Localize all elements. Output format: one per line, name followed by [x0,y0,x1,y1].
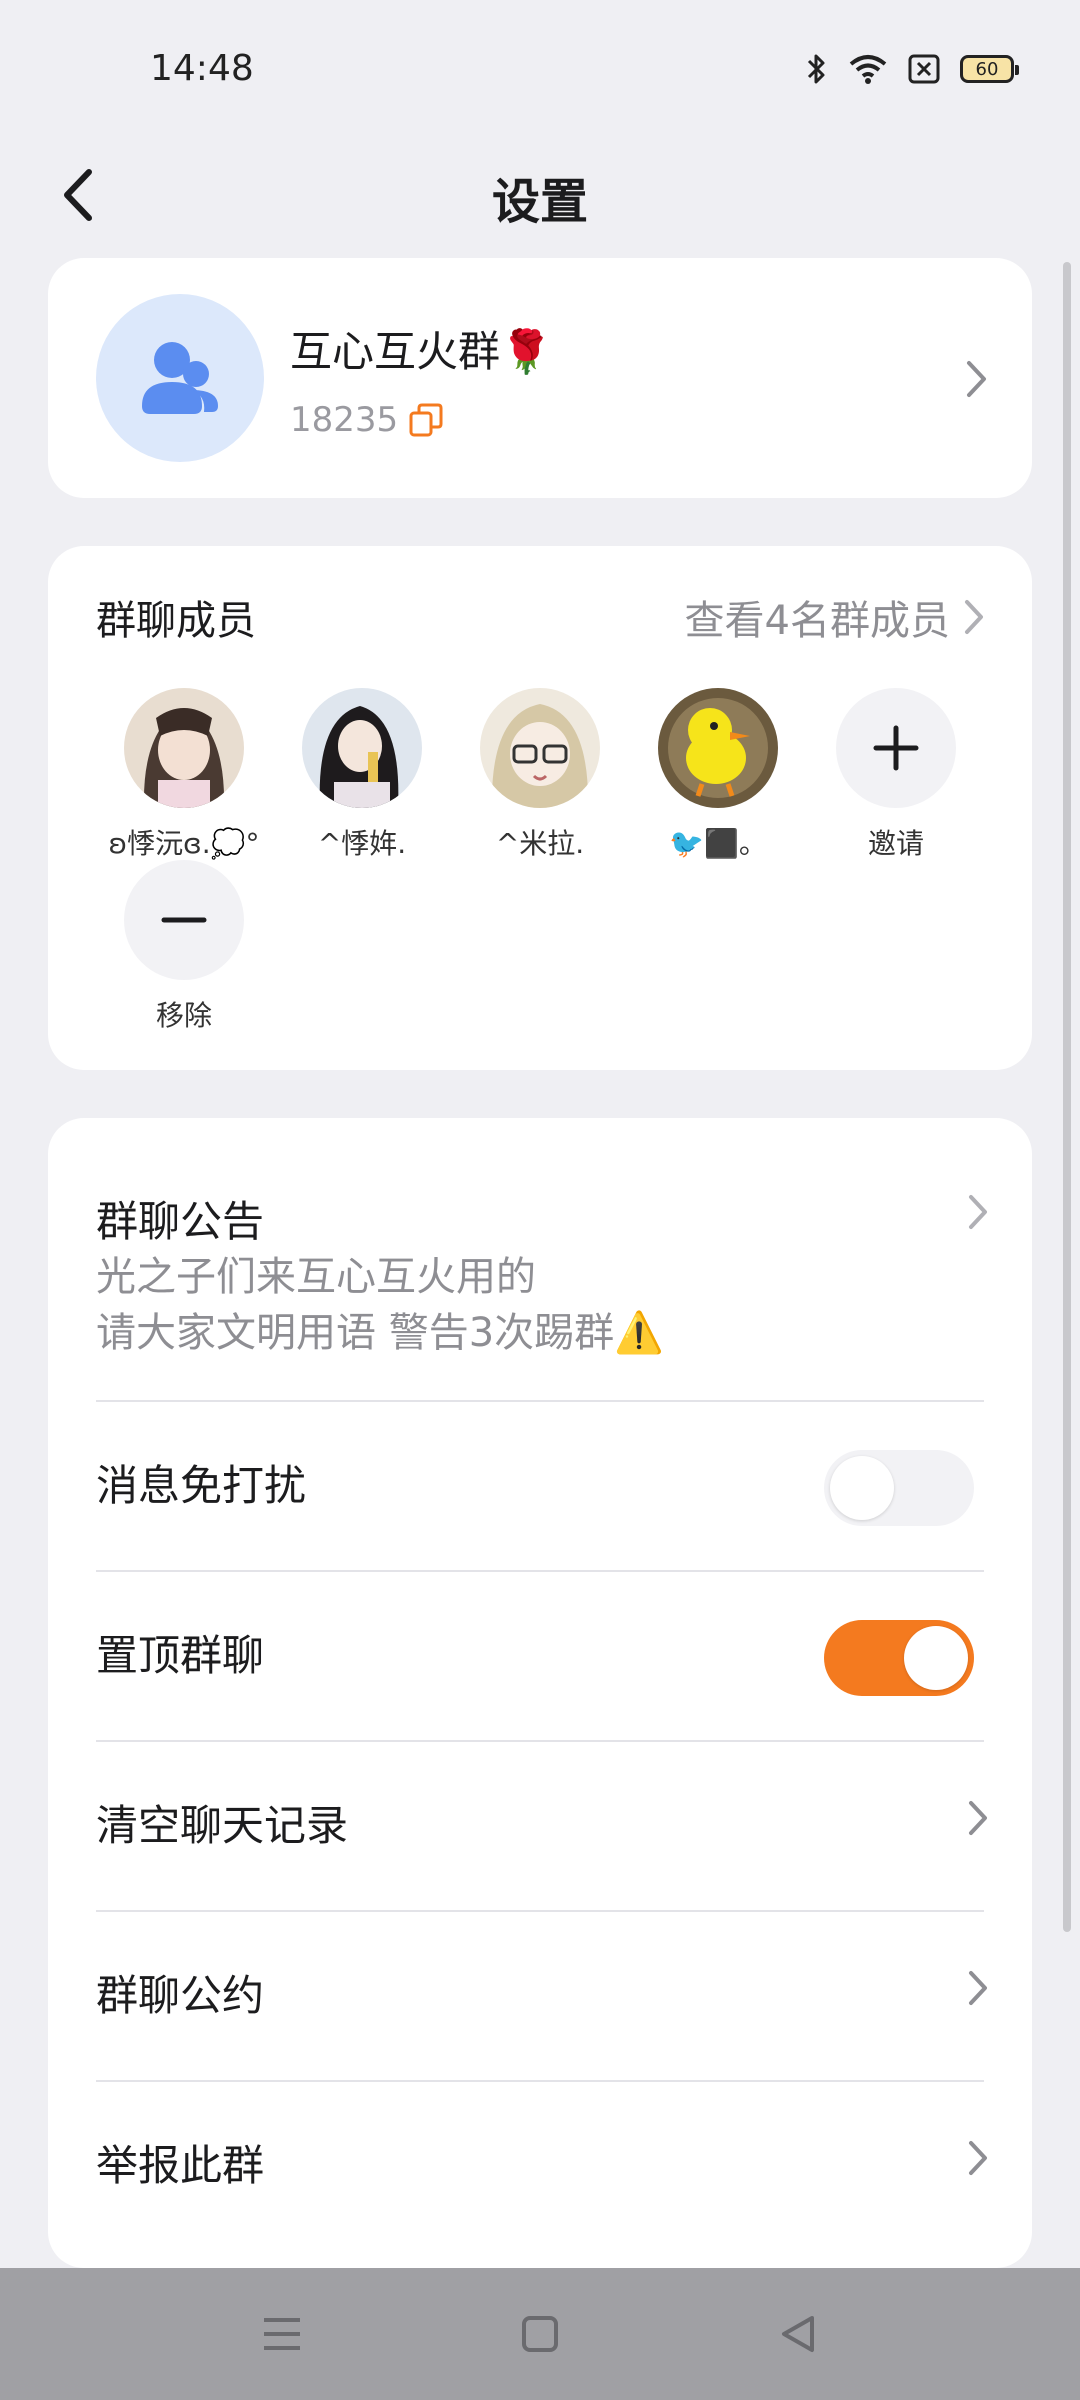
copy-icon[interactable] [408,402,444,442]
remove-circle [124,860,244,980]
chevron-right-icon [968,1194,988,1234]
group-id: 18235 [290,400,399,440]
group-avatar [96,294,264,462]
toggle-knob [904,1626,968,1690]
menu-button[interactable] [252,2304,312,2364]
home-button[interactable] [510,2304,570,2364]
remove-label: 移除 [155,999,212,1032]
member-item[interactable]: ^米拉. [460,688,620,862]
members-title: 群聊成员 [96,598,256,644]
group-people-icon [142,342,218,414]
sim-off-icon [908,54,940,84]
report-label: 举报此群 [96,2141,265,2190]
wifi-icon [848,53,888,85]
chevron-right-icon [968,1800,988,1840]
announcement-label: 群聊公告 [96,1197,265,1246]
chevron-right-icon [966,360,988,402]
announcement-row[interactable]: 群聊公告 光之子们来互心互火用的 请大家文明用语 警告3次踢群⚠️ [96,1188,984,1361]
status-time: 14:48 [150,48,254,89]
bluetooth-icon [806,52,828,86]
clear-history-label: 清空聊天记录 [96,1801,349,1850]
member-name: 🐦⬛。 [669,827,767,860]
remove-button[interactable]: 移除 [104,860,264,1034]
chevron-right-icon [965,600,983,634]
system-nav-bar [0,2268,1080,2400]
invite-button[interactable]: 邀请 [816,688,976,862]
group-name: 互心互火群🌹 [290,327,553,376]
report-row[interactable]: 举报此群 [96,2132,984,2193]
status-icons: 60 [806,52,1019,86]
system-back-button[interactable] [768,2304,828,2364]
member-item[interactable]: ^悸姩. [282,688,442,862]
group-info-card[interactable]: 互心互火群🌹 18235 [48,258,1032,498]
menu-icon [264,2318,300,2350]
member-avatar [302,688,422,808]
invite-circle [836,688,956,808]
member-avatar [658,688,778,808]
minus-icon [161,917,207,923]
toggle-knob [830,1456,894,1520]
group-rules-label: 群聊公约 [96,1971,265,2020]
divider [96,1400,984,1402]
home-square-icon [522,2316,558,2352]
divider [96,2080,984,2082]
view-all-members-label: 查看4名群成员 [684,598,950,644]
page-title: 设置 [491,174,588,230]
clear-history-row[interactable]: 清空聊天记录 [96,1792,984,1853]
member-name: ^悸姩. [317,827,407,860]
settings-card: 群聊公告 光之子们来互心互火用的 请大家文明用语 警告3次踢群⚠️ 消息免打扰 … [48,1118,1032,2268]
member-item[interactable]: 🐦⬛。 [638,688,798,862]
plus-icon [873,725,919,771]
chevron-right-icon [968,2140,988,2180]
divider [96,1910,984,1912]
announcement-line-2: 请大家文明用语 警告3次踢群⚠️ [96,1310,664,1356]
divider [96,1740,984,1742]
scrollbar[interactable] [1063,262,1071,1932]
member-name: ʚ悸沅ɞ.💭° [108,827,260,860]
chevron-right-icon [968,1970,988,2010]
members-card: 群聊成员 查看4名群成员 ʚ悸沅ɞ.💭° ^悸姩. ^米拉. 🐦⬛。 邀请 移除 [48,546,1032,1070]
battery-icon: 60 [960,55,1019,83]
announcement-line-1: 光之子们来互心互火用的 [96,1254,536,1300]
back-triangle-icon [782,2316,814,2352]
group-rules-row[interactable]: 群聊公约 [96,1962,984,2023]
divider [96,1570,984,1572]
view-all-members-link[interactable]: 查看4名群成员 [685,588,984,646]
pin-chat-toggle[interactable] [824,1620,974,1696]
status-bar: 14:48 60 [0,0,1080,140]
invite-label: 邀请 [867,827,924,860]
member-name: ^米拉. [495,827,585,860]
member-item[interactable]: ʚ悸沅ɞ.💭° [104,688,264,862]
member-avatar [124,688,244,808]
do-not-disturb-toggle[interactable] [824,1450,974,1526]
header: 设置 [0,140,1080,250]
member-avatar [480,688,600,808]
